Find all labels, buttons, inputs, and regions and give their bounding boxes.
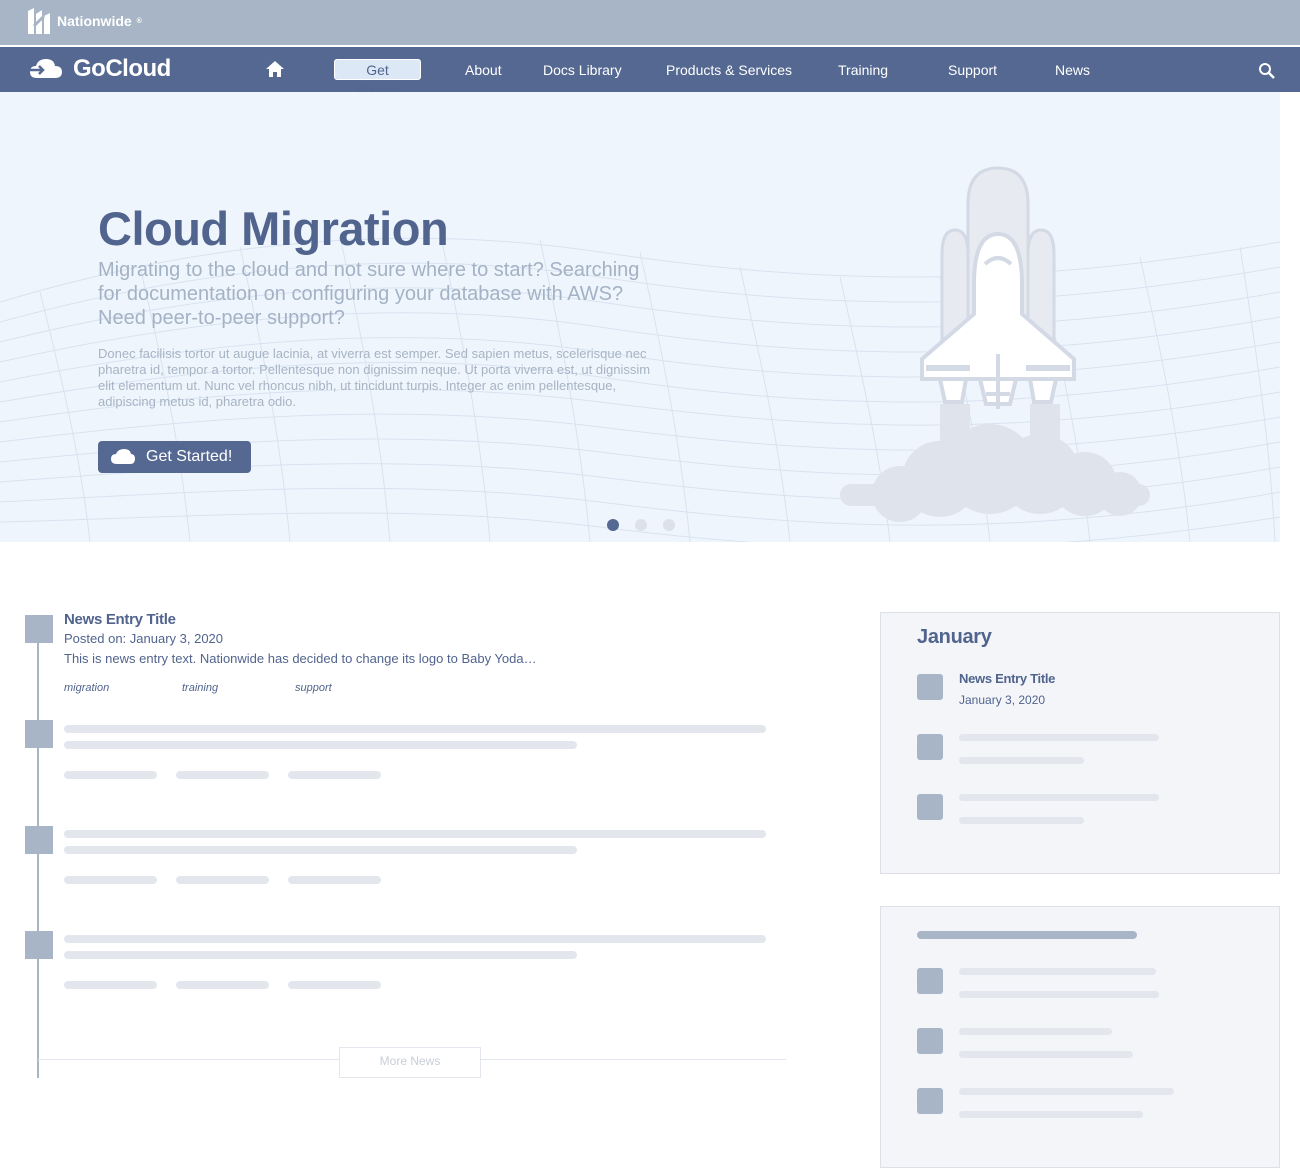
placeholder-thumbnail [917, 1088, 943, 1114]
placeholder-line [959, 817, 1084, 824]
placeholder-line [959, 734, 1159, 741]
gocloud-logo[interactable]: GoCloud [27, 55, 171, 83]
timeline-marker [25, 720, 53, 748]
placeholder-line [64, 951, 577, 959]
month-archive-card: January News Entry Title January 3, 2020 [880, 612, 1280, 874]
nationwide-logo-text: Nationwide [57, 13, 132, 29]
placeholder-heading [917, 931, 1137, 939]
cloud-icon [111, 449, 135, 464]
tag-training[interactable]: training [182, 682, 218, 694]
news-entry-date: Posted on: January 3, 2020 [64, 631, 224, 646]
gocloud-brand-text: GoCloud [73, 55, 171, 82]
carousel-dot-3[interactable] [663, 519, 675, 531]
placeholder-tag [64, 876, 157, 884]
carousel-dots [607, 519, 675, 531]
brand-bar: Nationwide ® [0, 0, 1300, 45]
archive-entry-date: January 3, 2020 [959, 693, 1046, 707]
nav-item-docs-library[interactable]: Docs Library [543, 60, 622, 80]
cloud-arrow-icon [27, 59, 62, 78]
carousel-dot-2[interactable] [635, 519, 647, 531]
placeholder-line [64, 741, 577, 749]
placeholder-tag [288, 981, 381, 989]
placeholder-thumbnail [917, 968, 943, 994]
placeholder-line [959, 1051, 1133, 1058]
search-icon [1259, 63, 1275, 79]
placeholder-tag [288, 876, 381, 884]
hero-title: Cloud Migration [98, 202, 449, 255]
placeholder-line [959, 968, 1156, 975]
archive-entry-thumbnail [917, 734, 943, 760]
news-entry-title[interactable]: News Entry Title [64, 611, 176, 628]
carousel-dot-1[interactable] [607, 519, 619, 531]
archive-entry-thumbnail [917, 674, 943, 700]
placeholder-line [959, 1088, 1174, 1095]
placeholder-line [64, 725, 766, 733]
timeline-marker [25, 931, 53, 959]
timeline-marker [25, 826, 53, 854]
tag-support[interactable]: support [295, 682, 332, 694]
placeholder-tag [176, 876, 269, 884]
placeholder-tag [64, 981, 157, 989]
placeholder-tag [176, 771, 269, 779]
hero-banner: Cloud Migration Migrating to the cloud a… [0, 92, 1280, 542]
nav-item-support[interactable]: Support [948, 60, 997, 80]
archive-entry-thumbnail [917, 794, 943, 820]
nav-item-products-services[interactable]: Products & Services [666, 60, 792, 80]
tag-migration[interactable]: migration [64, 682, 109, 694]
placeholder-line [64, 846, 577, 854]
home-icon [266, 61, 284, 77]
search-button[interactable] [1258, 62, 1276, 85]
placeholder-line [64, 935, 766, 943]
hero-body-text: Donec facilisis tortor ut augue lacinia,… [98, 346, 651, 409]
placeholder-tag [176, 981, 269, 989]
get-started-button[interactable]: Get Started! [98, 441, 251, 473]
get-started-label: Get Started! [146, 448, 233, 465]
news-entry-text: This is news entry text. Nationwide has … [64, 651, 537, 666]
placeholder-line [959, 1028, 1112, 1035]
nav-item-get-started[interactable]: Get Started [334, 59, 421, 99]
main-nav: GoCloud Get Started About Docs Library P… [0, 47, 1300, 99]
more-news-button[interactable]: More News [339, 1047, 481, 1078]
sidebar-placeholder-card [880, 906, 1280, 1168]
home-link[interactable] [265, 60, 285, 83]
nationwide-logo-icon [28, 8, 50, 34]
hero-subtitle: Migrating to the cloud and not sure wher… [98, 259, 640, 329]
nav-item-training[interactable]: Training [838, 60, 888, 80]
placeholder-line [959, 1111, 1143, 1118]
nav-item-news[interactable]: News [1055, 60, 1090, 80]
placeholder-line [959, 757, 1084, 764]
nationwide-logo[interactable]: Nationwide ® [26, 6, 142, 36]
timeline-marker [25, 615, 53, 643]
nav-item-about[interactable]: About [465, 60, 502, 80]
placeholder-line [959, 794, 1159, 801]
placeholder-tag [64, 771, 157, 779]
placeholder-line [959, 991, 1159, 998]
month-title: January [917, 626, 992, 648]
registered-mark: ® [136, 17, 142, 25]
rocket-illustration [840, 166, 1150, 522]
placeholder-line [64, 830, 766, 838]
placeholder-tag [288, 771, 381, 779]
placeholder-thumbnail [917, 1028, 943, 1054]
archive-entry-title[interactable]: News Entry Title [959, 671, 1055, 686]
